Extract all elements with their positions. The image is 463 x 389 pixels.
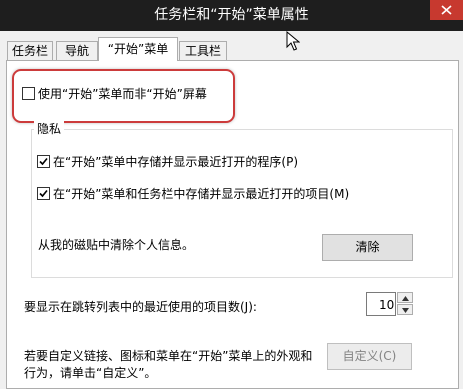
customize-text-line2: 行为，请单击“自定义”。 (24, 366, 157, 380)
close-button[interactable] (430, 0, 463, 20)
tab-navigation[interactable]: 导航 (56, 41, 98, 60)
tab-toolbars[interactable]: 工具栏 (179, 41, 227, 60)
tab-start-menu[interactable]: “开始”菜单 (98, 37, 178, 61)
use-start-menu-label: 使用“开始”菜单而非“开始”屏幕 (38, 87, 207, 101)
recent-items-label: 在“开始”菜单和任务栏中存储并显示最近打开的项目(M) (53, 187, 350, 201)
title-bar[interactable]: 任务栏和“开始”菜单属性 (0, 0, 463, 31)
recent-items-count-input[interactable]: 10 (366, 292, 396, 316)
chevron-up-icon (402, 296, 409, 301)
clear-info-text: 从我的磁贴中清除个人信息。 (38, 238, 195, 252)
spin-down-button[interactable] (397, 304, 413, 315)
window-title: 任务栏和“开始”菜单属性 (154, 7, 309, 23)
recent-items-count-label: 要显示在跳转列表中的最近使用的项目数(J): (24, 300, 257, 314)
customize-text-line1: 若要自定义链接、图标和菜单在“开始”菜单上的外观和 (24, 349, 313, 363)
recent-programs-label: 在“开始”菜单中存储并显示最近打开的程序(P) (53, 155, 299, 169)
tab-taskbar[interactable]: 任务栏 (7, 41, 53, 60)
chevron-down-icon (402, 308, 409, 313)
close-icon (441, 5, 452, 15)
mouse-pointer-icon (286, 31, 300, 51)
customize-button[interactable]: 自定义(C) (327, 343, 412, 370)
recent-items-checkbox[interactable] (37, 187, 50, 200)
checkmark-icon (39, 189, 48, 198)
checkmark-icon (39, 157, 48, 166)
use-start-menu-checkbox[interactable] (22, 87, 35, 100)
recent-programs-checkbox[interactable] (37, 155, 50, 168)
spin-up-button[interactable] (397, 292, 413, 303)
clear-button[interactable]: 清除 (322, 234, 413, 261)
privacy-title: 隐私 (34, 120, 65, 137)
